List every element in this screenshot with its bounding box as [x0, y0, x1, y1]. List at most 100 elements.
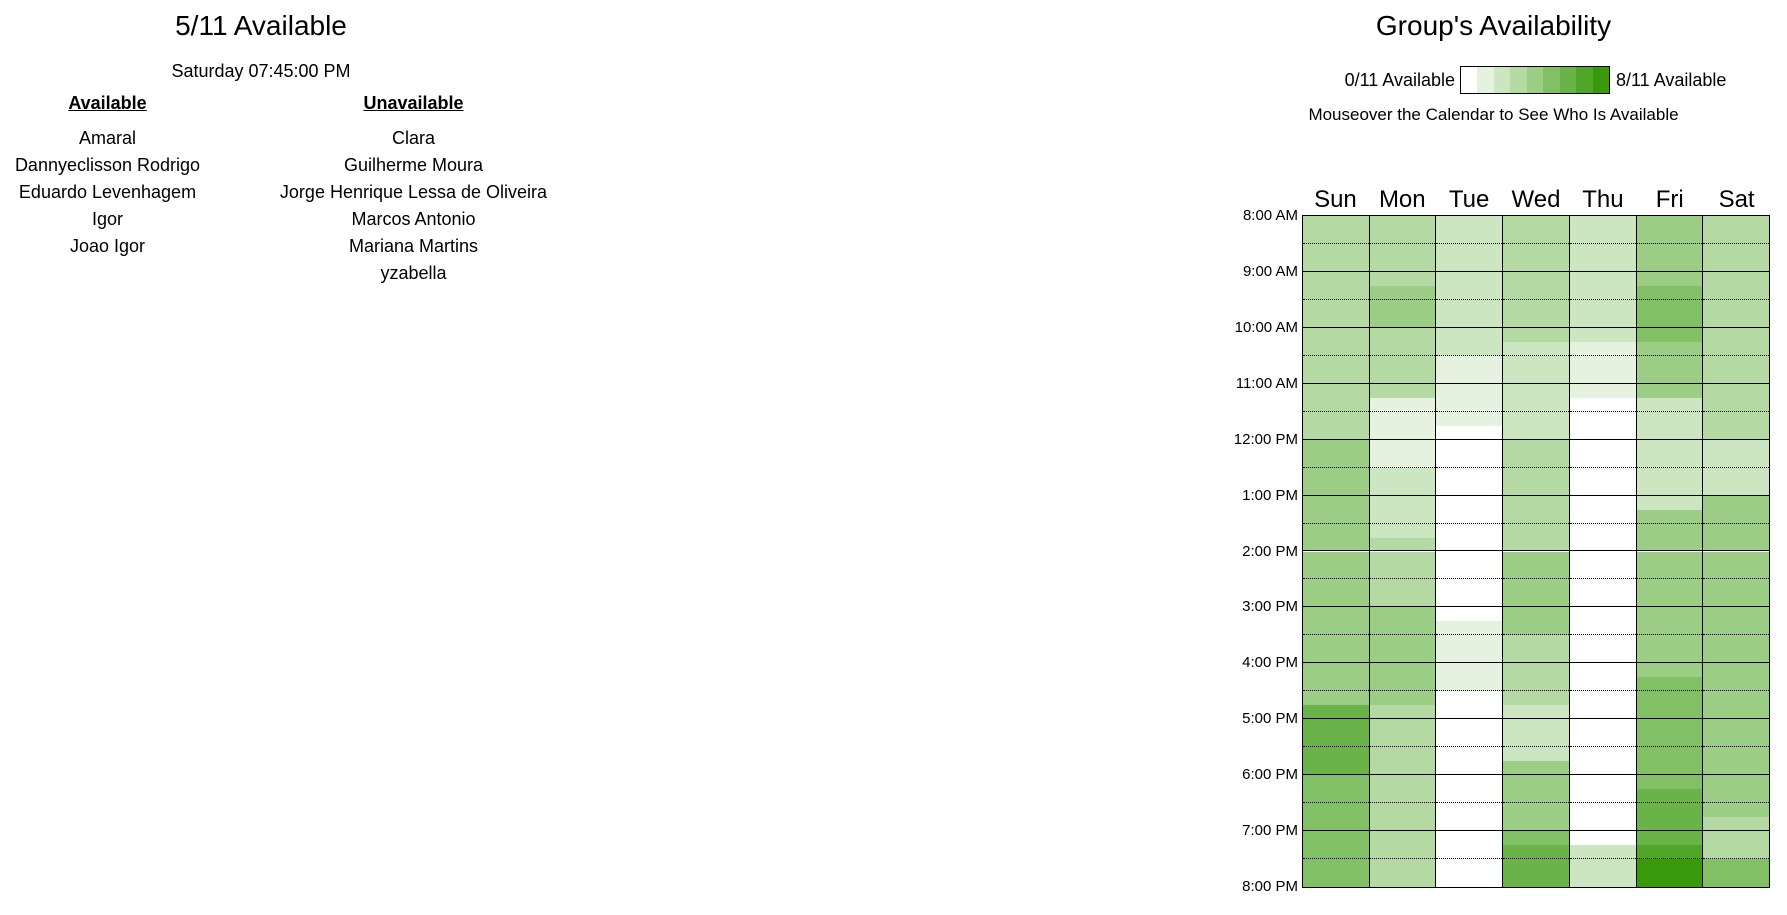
time-slot[interactable] — [1569, 859, 1636, 873]
time-slot[interactable] — [1436, 775, 1503, 790]
time-slot[interactable] — [1369, 299, 1436, 314]
time-slot[interactable] — [1636, 607, 1703, 622]
time-slot[interactable] — [1503, 383, 1569, 398]
time-slot[interactable] — [1703, 831, 1770, 846]
time-slot[interactable] — [1436, 607, 1503, 622]
time-slot[interactable] — [1703, 775, 1770, 790]
time-slot[interactable] — [1303, 775, 1369, 790]
time-slot[interactable] — [1569, 831, 1636, 846]
time-slot[interactable] — [1436, 845, 1503, 860]
time-slot[interactable] — [1703, 495, 1770, 510]
time-slot[interactable] — [1436, 313, 1503, 328]
time-slot[interactable] — [1436, 355, 1503, 370]
time-slot[interactable] — [1703, 257, 1770, 272]
time-slot[interactable] — [1636, 271, 1703, 286]
time-slot[interactable] — [1703, 271, 1770, 286]
time-slot[interactable] — [1569, 285, 1636, 300]
time-slot[interactable] — [1503, 719, 1569, 734]
time-slot[interactable] — [1569, 873, 1636, 887]
time-slot[interactable] — [1503, 593, 1569, 608]
time-slot[interactable] — [1636, 761, 1703, 776]
time-slot[interactable] — [1503, 299, 1569, 314]
time-slot[interactable] — [1636, 677, 1703, 692]
time-slot[interactable] — [1703, 607, 1770, 622]
time-slot[interactable] — [1303, 621, 1369, 636]
time-slot[interactable] — [1703, 509, 1770, 524]
time-slot[interactable] — [1436, 327, 1503, 342]
time-slot[interactable] — [1703, 523, 1770, 538]
time-slot[interactable] — [1636, 621, 1703, 636]
time-slot[interactable] — [1569, 243, 1636, 258]
time-slot[interactable] — [1436, 817, 1503, 832]
time-slot[interactable] — [1436, 831, 1503, 846]
time-slot[interactable] — [1503, 663, 1569, 678]
time-slot[interactable] — [1703, 593, 1770, 608]
time-slot[interactable] — [1369, 873, 1436, 887]
time-slot[interactable] — [1636, 481, 1703, 496]
time-slot[interactable] — [1436, 369, 1503, 384]
time-slot[interactable] — [1636, 425, 1703, 440]
time-slot[interactable] — [1703, 719, 1770, 734]
time-slot[interactable] — [1436, 551, 1503, 566]
time-slot[interactable] — [1636, 439, 1703, 454]
time-slot[interactable] — [1703, 845, 1770, 860]
time-slot[interactable] — [1569, 663, 1636, 678]
time-slot[interactable] — [1703, 691, 1770, 706]
time-slot[interactable] — [1703, 355, 1770, 370]
time-slot[interactable] — [1436, 579, 1503, 594]
time-slot[interactable] — [1569, 439, 1636, 454]
time-slot[interactable] — [1436, 299, 1503, 314]
time-slot[interactable] — [1703, 481, 1770, 496]
time-slot[interactable] — [1569, 369, 1636, 384]
time-slot[interactable] — [1436, 859, 1503, 873]
time-slot[interactable] — [1503, 705, 1569, 720]
time-slot[interactable] — [1636, 859, 1703, 873]
time-slot[interactable] — [1703, 733, 1770, 748]
time-slot[interactable] — [1369, 747, 1436, 762]
time-slot[interactable] — [1369, 621, 1436, 636]
time-slot[interactable] — [1703, 383, 1770, 398]
time-slot[interactable] — [1569, 705, 1636, 720]
time-slot[interactable] — [1636, 565, 1703, 580]
time-slot[interactable] — [1303, 327, 1369, 342]
time-slot[interactable] — [1569, 593, 1636, 608]
time-slot[interactable] — [1503, 565, 1569, 580]
time-slot[interactable] — [1503, 551, 1569, 566]
time-slot[interactable] — [1369, 705, 1436, 720]
time-slot[interactable] — [1569, 817, 1636, 832]
time-slot[interactable] — [1436, 285, 1503, 300]
time-slot[interactable] — [1703, 803, 1770, 818]
time-slot[interactable] — [1303, 565, 1369, 580]
time-slot[interactable] — [1503, 677, 1569, 692]
time-slot[interactable] — [1636, 705, 1703, 720]
time-slot[interactable] — [1369, 677, 1436, 692]
time-slot[interactable] — [1636, 355, 1703, 370]
time-slot[interactable] — [1303, 257, 1369, 272]
time-slot[interactable] — [1636, 719, 1703, 734]
time-slot[interactable] — [1636, 411, 1703, 426]
time-slot[interactable] — [1303, 355, 1369, 370]
time-slot[interactable] — [1369, 593, 1436, 608]
time-slot[interactable] — [1369, 691, 1436, 706]
time-slot[interactable] — [1569, 789, 1636, 804]
time-slot[interactable] — [1703, 817, 1770, 832]
time-slot[interactable] — [1303, 733, 1369, 748]
time-slot[interactable] — [1503, 271, 1569, 286]
time-slot[interactable] — [1303, 243, 1369, 258]
time-slot[interactable] — [1636, 216, 1703, 230]
time-slot[interactable] — [1636, 691, 1703, 706]
time-slot[interactable] — [1636, 579, 1703, 594]
time-slot[interactable] — [1369, 341, 1436, 356]
time-slot[interactable] — [1703, 299, 1770, 314]
time-slot[interactable] — [1436, 537, 1503, 552]
time-slot[interactable] — [1436, 873, 1503, 887]
time-slot[interactable] — [1303, 691, 1369, 706]
time-slot[interactable] — [1569, 621, 1636, 636]
time-slot[interactable] — [1369, 257, 1436, 272]
time-slot[interactable] — [1503, 216, 1569, 230]
time-slot[interactable] — [1436, 271, 1503, 286]
time-slot[interactable] — [1636, 495, 1703, 510]
time-slot[interactable] — [1369, 243, 1436, 258]
time-slot[interactable] — [1503, 537, 1569, 552]
time-slot[interactable] — [1369, 831, 1436, 846]
